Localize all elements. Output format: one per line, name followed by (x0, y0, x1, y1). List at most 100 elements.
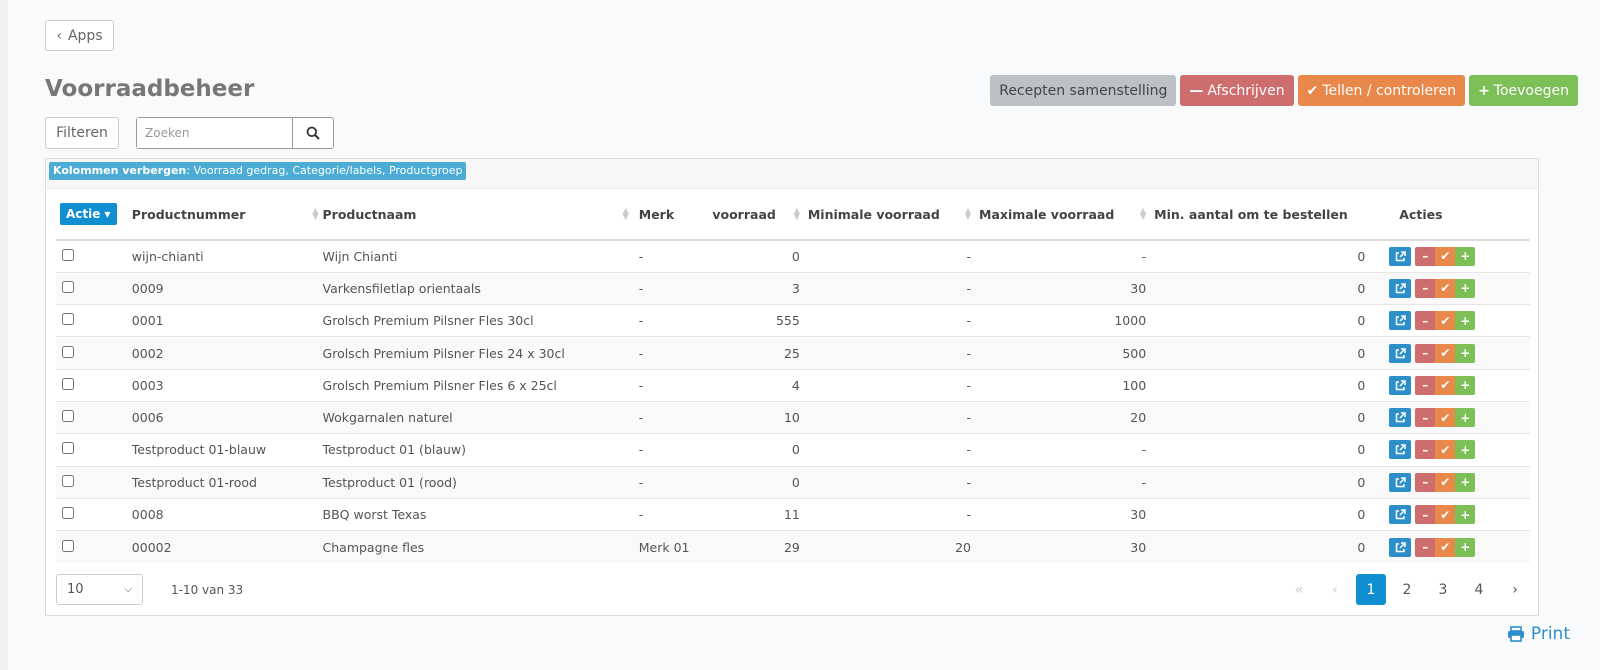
check-icon: ✔ (1440, 507, 1451, 522)
page-3-button[interactable]: 3 (1428, 574, 1458, 605)
row-tellen-button[interactable]: ✔ (1435, 278, 1456, 298)
row-tellen-button[interactable]: ✔ (1435, 246, 1456, 266)
row-select-checkbox[interactable] (62, 442, 74, 455)
filter-button[interactable]: Filteren (45, 117, 119, 149)
cell-nummer: wijn-chianti (127, 239, 319, 273)
back-to-apps-button[interactable]: ‹ Apps (45, 20, 114, 51)
cell-bestel: 0 (1150, 271, 1386, 305)
toevoegen-button[interactable]: + Toevoegen (1469, 75, 1578, 106)
open-product-button[interactable] (1389, 472, 1412, 492)
open-product-button[interactable] (1389, 505, 1412, 525)
check-icon: ✔ (1440, 249, 1451, 264)
table-row[interactable]: 0001 Grolsch Premium Pilsner Fles 30cl -55… (56, 304, 1530, 337)
search-group (136, 117, 334, 149)
row-toevoegen-button[interactable]: + (1455, 472, 1476, 492)
row-afschrijven-button[interactable]: – (1415, 440, 1436, 460)
row-tellen-button[interactable]: ✔ (1435, 537, 1456, 557)
th-productnummer[interactable]: Productnummer ▲ ▼ (127, 189, 319, 241)
row-toevoegen-button[interactable]: + (1455, 311, 1476, 331)
th-max-voorraad[interactable]: Maximale voorraad ▲ ▼ (975, 189, 1151, 241)
cell-naam: Grolsch Premium Pilsner Fles 30cl (318, 304, 635, 337)
row-toevoegen-button[interactable]: + (1455, 505, 1476, 525)
pagination: « ‹ 1 2 3 4 › (1284, 574, 1530, 605)
row-select-checkbox[interactable] (62, 507, 74, 520)
hidden-columns-title: Kolommen verbergen (53, 164, 187, 177)
th-voorraad[interactable]: voorraad ▲ ▼ (708, 189, 804, 241)
open-product-button[interactable] (1389, 537, 1412, 557)
prev-page-button[interactable]: ‹ (1320, 574, 1350, 605)
open-product-button[interactable] (1389, 278, 1412, 298)
row-afschrijven-button[interactable]: – (1415, 505, 1436, 525)
table-row[interactable]: 0009 Varkensfiletlap orientaals -3-30 0– ✔ + (56, 271, 1530, 305)
row-select-checkbox[interactable] (62, 410, 74, 423)
row-toevoegen-button[interactable]: + (1455, 246, 1476, 266)
table-row[interactable]: Testproduct 01-rood Testproduct 01 (rood)… (56, 465, 1530, 499)
table-row[interactable]: 00002 Champagne fles Merk 01 29 20 30 0 – ✔ + (56, 530, 1530, 563)
table-row[interactable]: 0006 Wokgarnalen naturel -10-20 0– ✔ + (56, 400, 1530, 434)
row-afschrijven-button[interactable]: – (1415, 375, 1436, 395)
cell-max: - (975, 433, 1151, 467)
row-tellen-button[interactable]: ✔ (1435, 375, 1456, 395)
row-afschrijven-button[interactable]: – (1415, 472, 1436, 492)
row-toevoegen-button[interactable]: + (1455, 278, 1476, 298)
minus-icon: – (1422, 281, 1429, 296)
th-min-voorraad[interactable]: Minimale voorraad ▲ ▼ (803, 189, 976, 241)
table-row[interactable]: 0003 Grolsch Premium Pilsner Fles 6 x 25c… (56, 368, 1530, 402)
row-afschrijven-button[interactable]: – (1415, 311, 1436, 331)
table-row[interactable]: 0002 Grolsch Premium Pilsner Fles 24 x 30… (56, 336, 1530, 370)
row-tellen-button[interactable]: ✔ (1435, 505, 1456, 525)
page-1-button[interactable]: 1 (1356, 574, 1386, 605)
row-tellen-button[interactable]: ✔ (1435, 311, 1456, 331)
page-size-select[interactable]: 10 ⌵ (56, 574, 143, 605)
row-toevoegen-button[interactable]: + (1455, 537, 1476, 557)
print-link[interactable]: Print (1507, 624, 1570, 644)
row-afschrijven-button[interactable]: – (1415, 343, 1436, 363)
row-afschrijven-button[interactable]: – (1415, 537, 1436, 557)
hidden-columns-toggle[interactable]: Kolommen verbergen: Voorraad gedrag, Cat… (49, 162, 467, 180)
row-select-checkbox[interactable] (62, 474, 74, 487)
tellen-controleren-button[interactable]: ✔ Tellen / controleren (1297, 75, 1466, 106)
row-tellen-button[interactable]: ✔ (1435, 343, 1456, 363)
row-select-checkbox[interactable] (62, 377, 74, 390)
page-4-button[interactable]: 4 (1464, 574, 1494, 605)
row-toevoegen-button[interactable]: + (1455, 408, 1476, 428)
first-page-button[interactable]: « (1284, 574, 1314, 605)
table-row[interactable]: 0008 BBQ worst Texas -11-30 0– ✔ + (56, 497, 1530, 531)
afschrijven-button[interactable]: — Afschrijven (1180, 75, 1294, 106)
open-product-button[interactable] (1389, 440, 1412, 460)
open-product-button[interactable] (1389, 343, 1412, 363)
check-icon: ✔ (1440, 540, 1451, 555)
row-tellen-button[interactable]: ✔ (1435, 408, 1456, 428)
row-toevoegen-button[interactable]: + (1455, 440, 1476, 460)
page-2-button[interactable]: 2 (1392, 574, 1422, 605)
table-row[interactable]: wijn-chianti Wijn Chianti -0- -0– ✔ + (56, 239, 1530, 273)
row-afschrijven-button[interactable]: – (1415, 278, 1436, 298)
external-link-icon (1395, 347, 1406, 358)
th-merk[interactable]: Merk (634, 189, 709, 241)
row-afschrijven-button[interactable]: – (1415, 246, 1436, 266)
search-input[interactable] (137, 118, 293, 148)
row-toevoegen-button[interactable]: + (1455, 375, 1476, 395)
row-select-checkbox[interactable] (62, 280, 74, 293)
th-min-bestellen[interactable]: Min. aantal om te bestellen (1150, 189, 1386, 241)
open-product-button[interactable] (1389, 311, 1412, 331)
row-select-checkbox[interactable] (62, 313, 74, 326)
search-button[interactable] (293, 118, 333, 148)
open-product-button[interactable] (1389, 246, 1412, 266)
row-select-checkbox[interactable] (62, 539, 74, 552)
open-product-button[interactable] (1389, 408, 1412, 428)
check-icon: ✔ (1440, 442, 1451, 457)
recepten-samenstelling-button[interactable]: Recepten samenstelling (990, 75, 1177, 106)
row-toevoegen-button[interactable]: + (1455, 343, 1476, 363)
actie-dropdown-button[interactable]: Actie ▼ (60, 203, 117, 225)
row-select-checkbox[interactable] (62, 248, 74, 261)
row-tellen-button[interactable]: ✔ (1435, 440, 1456, 460)
row-select-checkbox[interactable] (62, 345, 74, 358)
cell-min: - (803, 465, 976, 499)
next-page-button[interactable]: › (1500, 574, 1530, 605)
row-afschrijven-button[interactable]: – (1415, 408, 1436, 428)
th-productnaam[interactable]: Productnaam ▲ ▼ (318, 189, 635, 241)
row-tellen-button[interactable]: ✔ (1435, 472, 1456, 492)
open-product-button[interactable] (1389, 375, 1412, 395)
table-row[interactable]: Testproduct 01-blauw Testproduct 01 (blau… (56, 433, 1530, 467)
